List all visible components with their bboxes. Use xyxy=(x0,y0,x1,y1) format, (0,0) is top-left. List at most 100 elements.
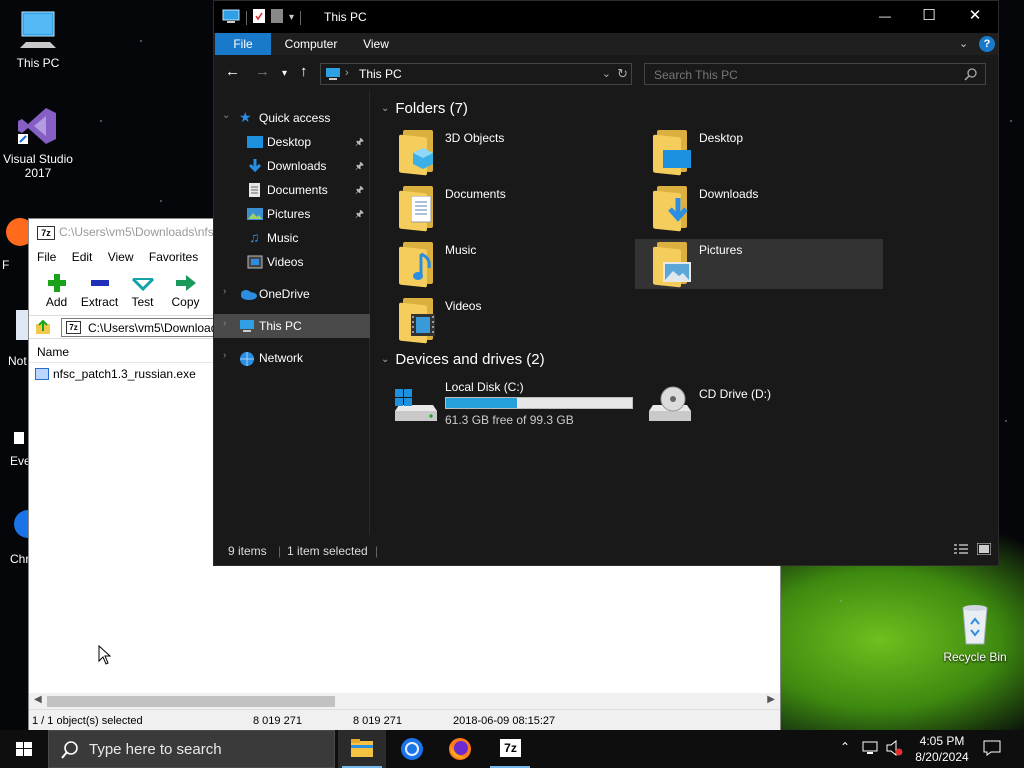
nav-label: Desktop xyxy=(267,135,312,149)
start-button[interactable] xyxy=(0,730,48,768)
nav-onedrive[interactable]: › OneDrive xyxy=(214,282,370,306)
scroll-left-icon[interactable]: ◀ xyxy=(34,694,42,705)
downloads-folder-icon xyxy=(653,186,691,232)
minimize-button[interactable]: — xyxy=(862,1,908,33)
explorer-title-bar[interactable]: ▾ This PC — ☐ ✕ xyxy=(214,1,998,33)
copy-icon xyxy=(164,273,207,293)
nav-item-videos[interactable]: Videos xyxy=(214,250,370,274)
up-arrow-icon[interactable]: ↑ xyxy=(300,64,308,80)
maximize-button[interactable]: ☐ xyxy=(906,1,952,33)
drive-tile-local-disk-c[interactable]: Local Disk (C:) 61.3 GB free of 99.3 GB xyxy=(381,377,635,431)
notepad-icon xyxy=(0,306,28,350)
nav-network[interactable]: › Network xyxy=(214,346,370,370)
drive-label: Local Disk (C:) xyxy=(445,380,524,394)
forward-arrow-icon[interactable]: → xyxy=(255,64,270,80)
desktop-icon-label: This PC xyxy=(16,56,60,70)
notifications-icon[interactable] xyxy=(983,740,1001,759)
collapsed-chevron-icon[interactable]: › xyxy=(223,318,226,329)
help-icon[interactable]: ? xyxy=(979,36,995,52)
test-button[interactable]: Test xyxy=(121,269,164,315)
menu-favorites[interactable]: Favorites xyxy=(149,250,198,264)
folder-tile-downloads[interactable]: Downloads xyxy=(635,183,883,233)
recent-locations-icon[interactable]: ▾ xyxy=(282,66,287,82)
search-input[interactable]: Search This PC xyxy=(644,63,986,85)
folder-tile-videos[interactable]: Videos xyxy=(381,295,629,345)
nav-item-documents[interactable]: Documents 🖈 xyxy=(214,178,370,202)
close-button[interactable]: ✕ xyxy=(952,1,998,33)
copy-label: Copy xyxy=(171,295,200,309)
content-pane: ⌄ Folders (7) 3D Objects Desktop Document… xyxy=(371,91,998,536)
expanded-chevron-icon[interactable]: ⌄ xyxy=(222,110,230,121)
taskbar-chrome[interactable] xyxy=(388,730,436,768)
add-button[interactable]: Add xyxy=(35,269,78,315)
refresh-icon[interactable]: ↻ xyxy=(617,66,628,82)
nav-item-pictures[interactable]: Pictures 🖈 xyxy=(214,202,370,226)
status-size: 8 019 271 xyxy=(253,715,302,727)
file-explorer-icon xyxy=(351,739,373,757)
scroll-right-icon[interactable]: ▶ xyxy=(767,694,775,705)
7zip-logo-icon: 7z xyxy=(37,226,55,240)
expand-ribbon-icon[interactable]: ⌄ xyxy=(959,37,968,50)
address-dropdown-icon[interactable]: ⌄ xyxy=(602,67,611,80)
folder-tile-3d-objects[interactable]: 3D Objects xyxy=(381,127,629,177)
devices-group-header[interactable]: ⌄ Devices and drives (2) xyxy=(381,351,545,368)
menu-view[interactable]: View xyxy=(108,250,134,264)
collapsed-chevron-icon[interactable]: › xyxy=(223,286,226,297)
collapsed-chevron-icon[interactable]: › xyxy=(223,350,226,361)
copy-button[interactable]: Copy xyxy=(164,269,207,315)
folder-tile-desktop[interactable]: Desktop xyxy=(635,127,883,177)
devices-header-label: Devices and drives (2) xyxy=(395,351,545,368)
breadcrumb-this-pc[interactable]: This PC xyxy=(359,67,402,81)
windows-logo-icon xyxy=(16,742,32,756)
nav-item-desktop[interactable]: Desktop 🖈 xyxy=(214,130,370,154)
scrollbar-thumb[interactable] xyxy=(47,696,335,707)
drive-tile-cd-drive-d[interactable]: CD Drive (D:) xyxy=(635,377,889,431)
taskbar-file-explorer[interactable] xyxy=(338,730,386,768)
horizontal-scrollbar[interactable]: ◀ ▶ xyxy=(29,693,780,710)
show-hidden-icons-chevron-icon[interactable]: ⌃ xyxy=(840,740,850,754)
menu-edit[interactable]: Edit xyxy=(72,250,93,264)
customize-quick-access-icon[interactable]: ▾ xyxy=(289,12,294,23)
taskbar-firefox[interactable] xyxy=(436,730,484,768)
folder-tile-documents[interactable]: Documents xyxy=(381,183,629,233)
large-icons-view-icon[interactable] xyxy=(976,542,992,558)
search-icon xyxy=(964,68,977,84)
taskbar-7zip[interactable]: 7z xyxy=(486,730,534,768)
pin-icon: 🖈 xyxy=(354,185,364,196)
details-view-icon[interactable] xyxy=(954,544,968,559)
nav-this-pc[interactable]: › This PC xyxy=(214,314,370,338)
address-input[interactable]: › This PC ⌄ ↻ xyxy=(320,63,632,85)
back-arrow-icon[interactable]: ← xyxy=(225,64,240,80)
network-status-icon[interactable] xyxy=(862,740,880,759)
folder-up-icon[interactable] xyxy=(35,319,51,335)
folder-label: 3D Objects xyxy=(445,131,505,145)
tab-file[interactable]: File xyxy=(215,33,271,55)
folder-label: Videos xyxy=(445,299,482,313)
nav-quick-access[interactable]: ⌄ ★ Quick access xyxy=(214,106,370,130)
system-clock[interactable]: 4:05 PM 8/20/2024 xyxy=(907,733,977,765)
menu-file[interactable]: File xyxy=(37,250,56,264)
properties-icon[interactable] xyxy=(253,9,265,26)
folder-tile-music[interactable]: Music xyxy=(381,239,629,289)
firefox-icon xyxy=(449,738,471,760)
extract-button[interactable]: Extract xyxy=(78,269,121,315)
volume-muted-icon[interactable] xyxy=(886,739,904,759)
status-selection: 1 item selected xyxy=(287,544,368,558)
separator xyxy=(300,10,302,25)
desktop-icon-firefox[interactable]: F xyxy=(0,210,34,272)
status-separator: | xyxy=(375,544,379,558)
nav-item-downloads[interactable]: Downloads 🖈 xyxy=(214,154,370,178)
7zip-status-bar: 1 / 1 object(s) selected 8 019 271 8 019… xyxy=(29,709,780,731)
nav-item-music[interactable]: ♫ Music xyxy=(214,226,370,250)
folder-tile-pictures[interactable]: Pictures xyxy=(635,239,883,289)
new-folder-icon[interactable] xyxy=(271,9,283,26)
folders-group-header[interactable]: ⌄ Folders (7) xyxy=(381,100,468,117)
desktop-icon-this-pc[interactable]: This PC xyxy=(0,8,76,70)
this-pc-nav-icon xyxy=(239,319,255,333)
tab-computer[interactable]: Computer xyxy=(276,33,346,55)
nav-label: This PC xyxy=(259,319,302,333)
tab-view[interactable]: View xyxy=(354,33,398,55)
desktop-icon-recycle-bin[interactable]: Recycle Bin xyxy=(937,602,1013,664)
desktop-icon-visual-studio[interactable]: Visual Studio 2017 xyxy=(0,104,76,180)
taskbar-search-box[interactable]: Type here to search xyxy=(48,730,335,768)
